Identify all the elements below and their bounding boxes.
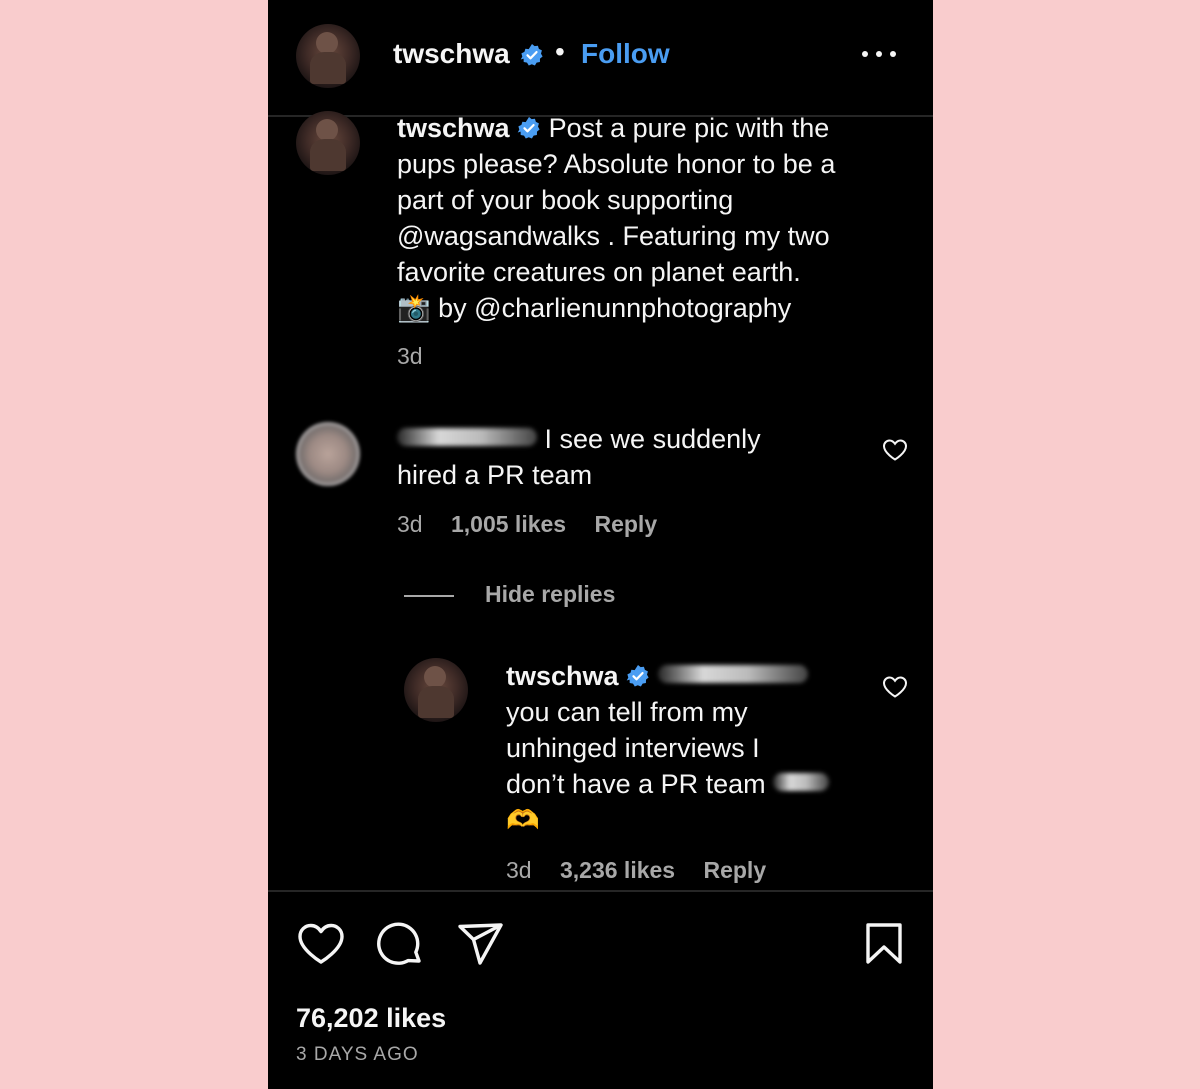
redacted-username <box>397 428 537 446</box>
comment-line: I see we suddenly <box>544 424 761 454</box>
comment-likes[interactable]: 1,005 likes <box>451 511 566 537</box>
verified-badge-icon <box>517 117 540 139</box>
caption-text: twschwa Post a pure pic with the pups pl… <box>397 110 887 327</box>
reply-username[interactable]: twschwa <box>506 661 619 691</box>
redacted-emoji <box>773 773 830 791</box>
verified-badge-icon <box>626 665 649 687</box>
hide-replies-button[interactable]: Hide replies <box>485 581 615 608</box>
caption-username[interactable]: twschwa <box>397 113 510 143</box>
comment-line: hired a PR team <box>397 460 593 490</box>
caption-avatar[interactable] <box>296 111 360 175</box>
share-send-icon[interactable] <box>457 922 505 966</box>
verified-badge-icon <box>520 44 543 66</box>
separator-dot: • <box>555 36 565 67</box>
reply-avatar[interactable] <box>404 658 468 722</box>
follow-button[interactable]: Follow <box>581 38 670 70</box>
caption-meta: 3d <box>397 343 423 370</box>
caption-line: pups please? Absolute honor to be a <box>397 149 836 179</box>
camera-flash-emoji: 📸 <box>397 293 431 324</box>
caption-line: part of your book supporting <box>397 185 734 215</box>
reply-likes[interactable]: 3,236 likes <box>560 857 675 883</box>
reply-line: you can tell from my <box>506 697 748 727</box>
heart-hands-emoji: 🫶 <box>506 805 540 836</box>
divider <box>268 890 933 892</box>
avatar[interactable] <box>296 24 360 88</box>
comment-time: 3d <box>397 511 423 537</box>
reply-line: unhinged interviews I <box>506 733 760 763</box>
caption-line: favorite creatures on planet earth. <box>397 257 801 287</box>
caption-line: @wagsandwalks . Featuring my two <box>397 221 830 251</box>
hide-replies-line <box>404 595 454 597</box>
comment-meta: 3d 1,005 likes Reply <box>397 511 657 538</box>
comment-reply-button[interactable]: Reply <box>594 511 657 537</box>
commenter-avatar[interactable] <box>296 422 360 486</box>
reply-line: don’t have a PR team <box>506 769 766 799</box>
total-likes[interactable]: 76,202 likes <box>296 1003 446 1034</box>
bookmark-icon[interactable] <box>863 922 905 966</box>
post-header: twschwa • Follow <box>268 0 933 117</box>
comment-icon[interactable] <box>377 921 425 969</box>
header-username[interactable]: twschwa <box>393 38 510 70</box>
reply-reply-button[interactable]: Reply <box>703 857 766 883</box>
like-heart-icon[interactable] <box>297 922 345 966</box>
like-reply-heart-icon[interactable] <box>882 675 908 699</box>
reply-meta: 3d 3,236 likes Reply <box>506 857 766 884</box>
post-date: 3 DAYS AGO <box>296 1044 419 1065</box>
post-panel: twschwa • Follow twschwa Post a pure pic… <box>268 0 933 1089</box>
caption-line: by @charlienunnphotography <box>438 293 792 323</box>
redacted-mention <box>657 665 808 683</box>
reply-time: 3d <box>506 857 532 883</box>
caption-line: Post a pure pic with the <box>548 113 830 143</box>
caption-time: 3d <box>397 343 423 369</box>
like-comment-heart-icon[interactable] <box>882 438 908 462</box>
reply-text: twschwa you can tell from my unhinged in… <box>506 658 866 839</box>
more-horizontal-icon[interactable] <box>862 48 896 62</box>
comment-text: I see we suddenly hired a PR team <box>397 421 877 493</box>
